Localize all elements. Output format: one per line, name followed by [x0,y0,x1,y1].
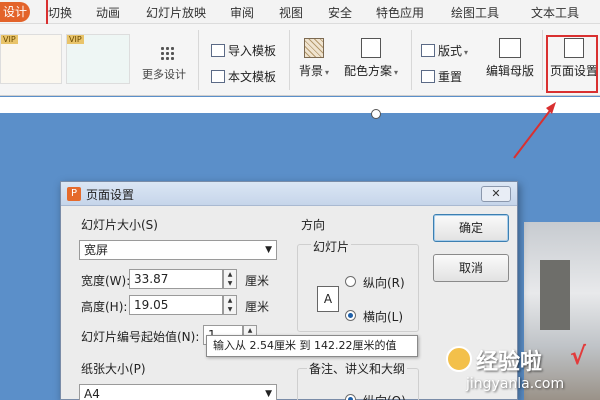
more-designs-button[interactable]: 更多设计 [142,66,186,82]
numbering-label: 幻灯片编号起始值(N): [81,330,200,344]
notes-orientation-label: 备注、讲义和大纲 [307,360,408,377]
dialog-title: 页面设置 [86,188,135,202]
value-range-tooltip: 输入从 2.54厘米 到 142.22厘米的值 [206,335,418,357]
smiley-logo-icon [446,346,472,372]
ok-button[interactable]: 确定 [433,214,509,242]
grid-icon [160,46,174,60]
chevron-down-icon: ▼ [265,389,272,399]
background-icon [304,38,324,58]
chevron-down-icon: ▾ [394,68,399,77]
document-landscape-icon: A [317,286,339,312]
import-template-button[interactable]: 导入模板 [211,42,276,59]
layout-button[interactable]: 版式 ▾ [421,42,468,59]
tab-review[interactable]: 审阅 [230,4,254,21]
layout-label: 版式 [438,44,463,58]
vip-badge: VIP [1,35,18,44]
reset-label: 重置 [438,70,463,84]
height-stepper[interactable]: ▲ ▼ [223,295,237,315]
import-template-label: 导入模板 [228,44,277,58]
slides-portrait-radio[interactable] [345,276,356,287]
edit-master-icon [499,38,521,58]
ribbon-tab-bar: 设计 切换 动画 幻灯片放映 审阅 视图 安全 特色应用 绘图工具 文本工具 [0,0,600,24]
separator [411,30,412,90]
ribbon-body: VIP VIP 更多设计 导入模板 本文模板 背景 ▾ 配色方案 ▾ 版式 ▾ 重置 … [0,24,600,96]
width-label: 宽度(W): [81,274,131,288]
color-scheme-icon [361,38,381,58]
background-button[interactable]: 背景 ▾ [296,38,332,79]
tab-slideshow[interactable]: 幻灯片放映 [146,4,206,21]
site-watermark: 经验啦 √ jingyanla.com [444,342,594,400]
layout-icon [421,44,435,57]
height-input[interactable]: 19.05 [129,295,223,315]
vip-badge: VIP [67,35,84,44]
wps-presentation-icon: P [67,187,81,201]
chevron-down-icon: ▾ [325,68,330,77]
dialog-title-bar[interactable]: P 页面设置 ✕ [61,182,517,206]
reset-button[interactable]: 重置 [421,68,462,85]
paper-size-label: 纸张大小(P) [81,362,146,376]
import-template-icon [211,44,225,57]
reset-icon [421,70,435,83]
slides-landscape-radio[interactable] [345,310,356,321]
height-label: 高度(H): [81,300,128,314]
color-scheme-button[interactable]: 配色方案 ▾ [340,38,402,79]
body-template-icon [211,70,225,83]
tab-drawing-tools[interactable]: 绘图工具 [451,4,499,21]
resize-handle[interactable] [371,109,381,119]
highlight-frame-page-setup [546,35,598,93]
color-scheme-label: 配色方案 [343,64,392,78]
tab-text-tools[interactable]: 文本工具 [531,4,579,21]
design-thumbnail-1[interactable]: VIP [0,34,62,84]
height-unit: 厘米 [245,300,270,314]
separator [198,30,199,90]
paper-size-select[interactable]: A4 ▼ [79,384,277,400]
watermark-url: jingyanla.com [466,376,565,392]
slide-size-select[interactable]: 宽屏 ▼ [79,240,277,260]
width-stepper[interactable]: ▲ ▼ [223,269,237,289]
slide-photo-detail [540,260,570,330]
orientation-label: 方向 [301,218,326,232]
edit-master-button[interactable]: 编辑母版 [484,38,536,79]
watermark-title: 经验啦 [476,350,543,375]
close-button[interactable]: ✕ [481,186,511,202]
notes-portrait-radio[interactable] [345,394,356,400]
checkmark-icon: √ [570,342,587,370]
tab-special-apps[interactable]: 特色应用 [376,4,424,21]
chevron-down-icon: ▾ [464,48,469,57]
notes-portrait-label: 纵向(O) [363,392,406,400]
design-thumbnail-2[interactable]: VIP [66,34,130,84]
slides-orientation-label: 幻灯片 [311,238,352,255]
slide-size-value: 宽屏 [84,243,109,257]
edit-master-label: 编辑母版 [485,64,534,78]
background-label: 背景 [298,64,323,78]
cancel-button[interactable]: 取消 [433,254,509,282]
tab-animation[interactable]: 动画 [96,4,120,21]
separator [542,30,543,90]
slides-landscape-label: 横向(L) [363,310,404,324]
chevron-down-icon: ▼ [265,245,272,255]
tab-transition[interactable]: 切换 [48,4,72,21]
separator [289,30,290,90]
slides-portrait-label: 纵向(R) [363,276,405,290]
body-template-label: 本文模板 [228,70,277,84]
width-unit: 厘米 [245,274,270,288]
body-template-button[interactable]: 本文模板 [211,68,276,85]
slide-canvas[interactable] [0,97,600,113]
paper-size-value: A4 [84,387,100,400]
tab-security[interactable]: 安全 [328,4,352,21]
slide-size-label: 幻灯片大小(S) [81,218,158,232]
width-input[interactable]: 33.87 [129,269,223,289]
tab-view[interactable]: 视图 [279,4,303,21]
